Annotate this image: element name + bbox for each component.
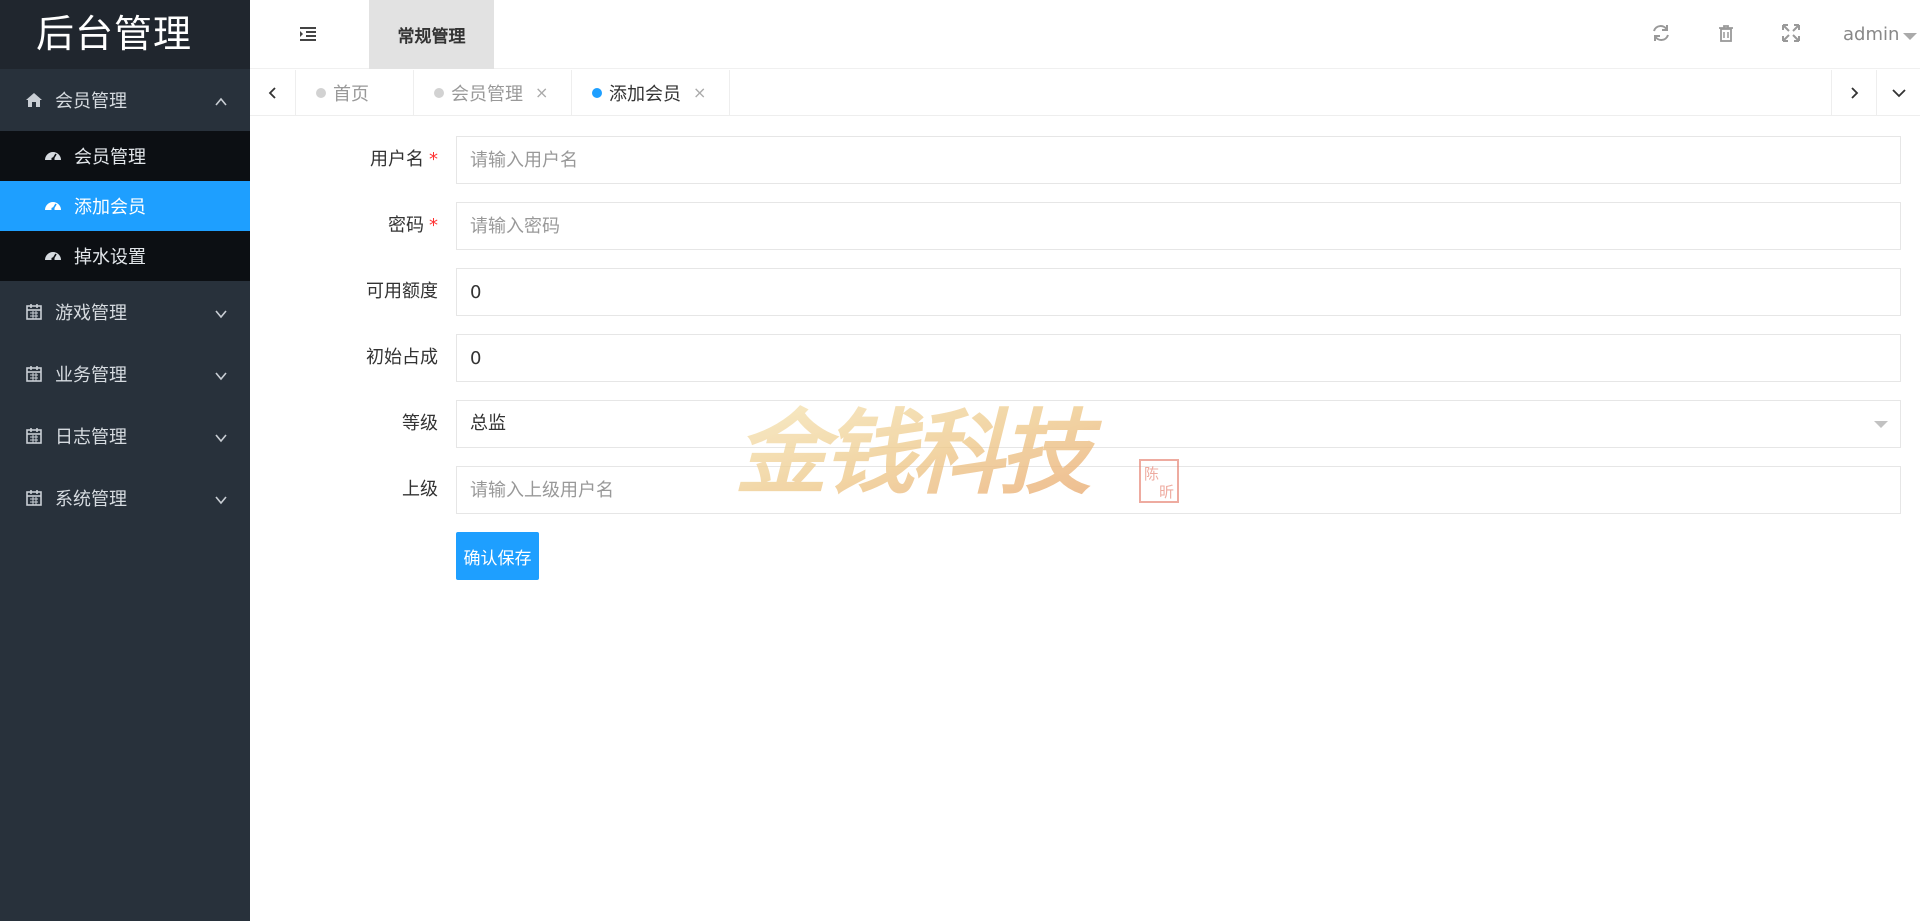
form-row-credit: 可用额度 [250, 268, 1920, 316]
calendar-icon [25, 427, 43, 445]
caret-down-icon [1903, 32, 1918, 40]
nav-submenu-member: 会员管理 添加会员 掉水设置 [0, 131, 250, 281]
tabs-scroll-right-button[interactable] [1831, 70, 1877, 115]
password-input[interactable] [456, 202, 1901, 250]
form-label-credit: 可用额度 [250, 268, 438, 316]
nav-group-system: 系统管理 [0, 467, 250, 529]
nav-group-log: 日志管理 [0, 405, 250, 467]
nav-head-system-management[interactable]: 系统管理 [0, 467, 250, 529]
label-text: 等级 [402, 413, 438, 434]
credit-input[interactable] [456, 268, 1901, 316]
form-row-share: 初始占成 [250, 334, 1920, 382]
form-label-share: 初始占成 [250, 334, 438, 382]
sidebar: 后台管理 会员管理 会员管理 添加会员 掉水设置 游戏管理 业务管理 日志管理 … [0, 0, 250, 921]
form-label-parent: 上级 [250, 466, 438, 514]
label-text: 初始占成 [366, 347, 438, 368]
svg-text:陈: 陈 [1144, 465, 1159, 483]
level-select-value: 总监 [470, 413, 506, 434]
calendar-icon [25, 303, 43, 321]
tab-dot [592, 87, 602, 98]
label-text: 可用额度 [366, 281, 438, 302]
tab-label: 会员管理 [451, 83, 523, 105]
nav-head-label: 业务管理 [55, 365, 127, 386]
sidebar-item-label: 添加会员 [74, 197, 146, 218]
chevron-left-icon [268, 86, 276, 99]
dashboard-icon [44, 147, 62, 165]
nav-head-log-management[interactable]: 日志管理 [0, 405, 250, 467]
nav-group-business: 业务管理 [0, 343, 250, 405]
form-label-username: 用户名 * [250, 136, 438, 184]
tab-home[interactable]: 首页 [296, 70, 414, 115]
tab-dot [434, 87, 444, 98]
nav-head-label: 系统管理 [55, 489, 127, 510]
required-mark: * [429, 149, 438, 170]
top-tab-general-management[interactable]: 常规管理 [369, 0, 494, 69]
form-label-level: 等级 [250, 400, 438, 448]
indent-icon[interactable] [298, 24, 318, 44]
username-input[interactable] [456, 136, 1901, 184]
tab-member-management[interactable]: 会员管理 × [414, 70, 572, 115]
chevron-down-icon [214, 305, 228, 319]
user-name: admin [1843, 24, 1900, 45]
tabs-list: 首页 会员管理 × 添加会员 × [296, 70, 730, 115]
chevron-down-icon [214, 429, 228, 443]
chevron-down-icon [214, 367, 228, 381]
nav-head-business-management[interactable]: 业务管理 [0, 343, 250, 405]
svg-text:金钱科技: 金钱科技 [735, 405, 1103, 507]
refresh-icon[interactable] [1650, 22, 1672, 44]
sidebar-item-water-settings[interactable]: 掉水设置 [0, 231, 250, 281]
chevron-down-icon [1891, 88, 1906, 97]
nav-head-label: 游戏管理 [55, 303, 127, 324]
user-menu[interactable]: admin [1843, 0, 1920, 69]
home-icon [25, 91, 43, 109]
chevron-right-icon [1851, 86, 1859, 99]
label-text: 上级 [402, 479, 438, 500]
sidebar-item-add-member[interactable]: 添加会员 [0, 181, 250, 231]
tab-add-member[interactable]: 添加会员 × [572, 70, 730, 115]
tab-label: 添加会员 [609, 83, 681, 105]
calendar-icon [25, 489, 43, 507]
form-label-password: 密码 * [250, 202, 438, 250]
save-button[interactable]: 确认保存 [456, 532, 539, 580]
top-bar: 常规管理 admin [250, 0, 1920, 69]
close-icon[interactable]: × [693, 83, 706, 102]
tabs-dropdown-button[interactable] [1877, 70, 1920, 115]
calendar-icon [25, 365, 43, 383]
nav-head-label: 会员管理 [55, 91, 127, 112]
tabs-scroll-left-button[interactable] [250, 70, 296, 115]
sidebar-item-member-management[interactable]: 会员管理 [0, 131, 250, 181]
svg-text:昕: 昕 [1159, 483, 1174, 501]
nav-head-label: 日志管理 [55, 427, 127, 448]
nav-group-member: 会员管理 会员管理 添加会员 掉水设置 [0, 69, 250, 281]
caret-down-icon [1874, 421, 1888, 428]
tabs-bar: 首页 会员管理 × 添加会员 × [250, 70, 1920, 116]
trash-icon[interactable] [1715, 22, 1737, 44]
tab-label: 首页 [333, 83, 369, 105]
nav-head-member-management[interactable]: 会员管理 [0, 69, 250, 131]
chevron-down-icon [214, 491, 228, 505]
form-row-password: 密码 * [250, 202, 1920, 250]
label-text: 用户名 [370, 149, 424, 170]
sidebar-item-label: 会员管理 [74, 147, 146, 168]
fullscreen-icon[interactable] [1780, 22, 1802, 44]
nav-group-game: 游戏管理 [0, 281, 250, 343]
chevron-up-icon [214, 93, 228, 107]
required-mark: * [429, 215, 438, 236]
app-logo-title: 后台管理 [0, 0, 250, 69]
close-icon[interactable]: × [535, 83, 548, 102]
watermark-logo: 金钱科技 陈 昕 [735, 405, 1179, 507]
label-text: 密码 [388, 215, 424, 236]
form-row-username: 用户名 * [250, 136, 1920, 184]
dashboard-icon [44, 247, 62, 265]
share-input[interactable] [456, 334, 1901, 382]
tab-dot [316, 87, 326, 98]
dashboard-icon [44, 197, 62, 215]
nav-head-game-management[interactable]: 游戏管理 [0, 281, 250, 343]
sidebar-item-label: 掉水设置 [74, 247, 146, 268]
